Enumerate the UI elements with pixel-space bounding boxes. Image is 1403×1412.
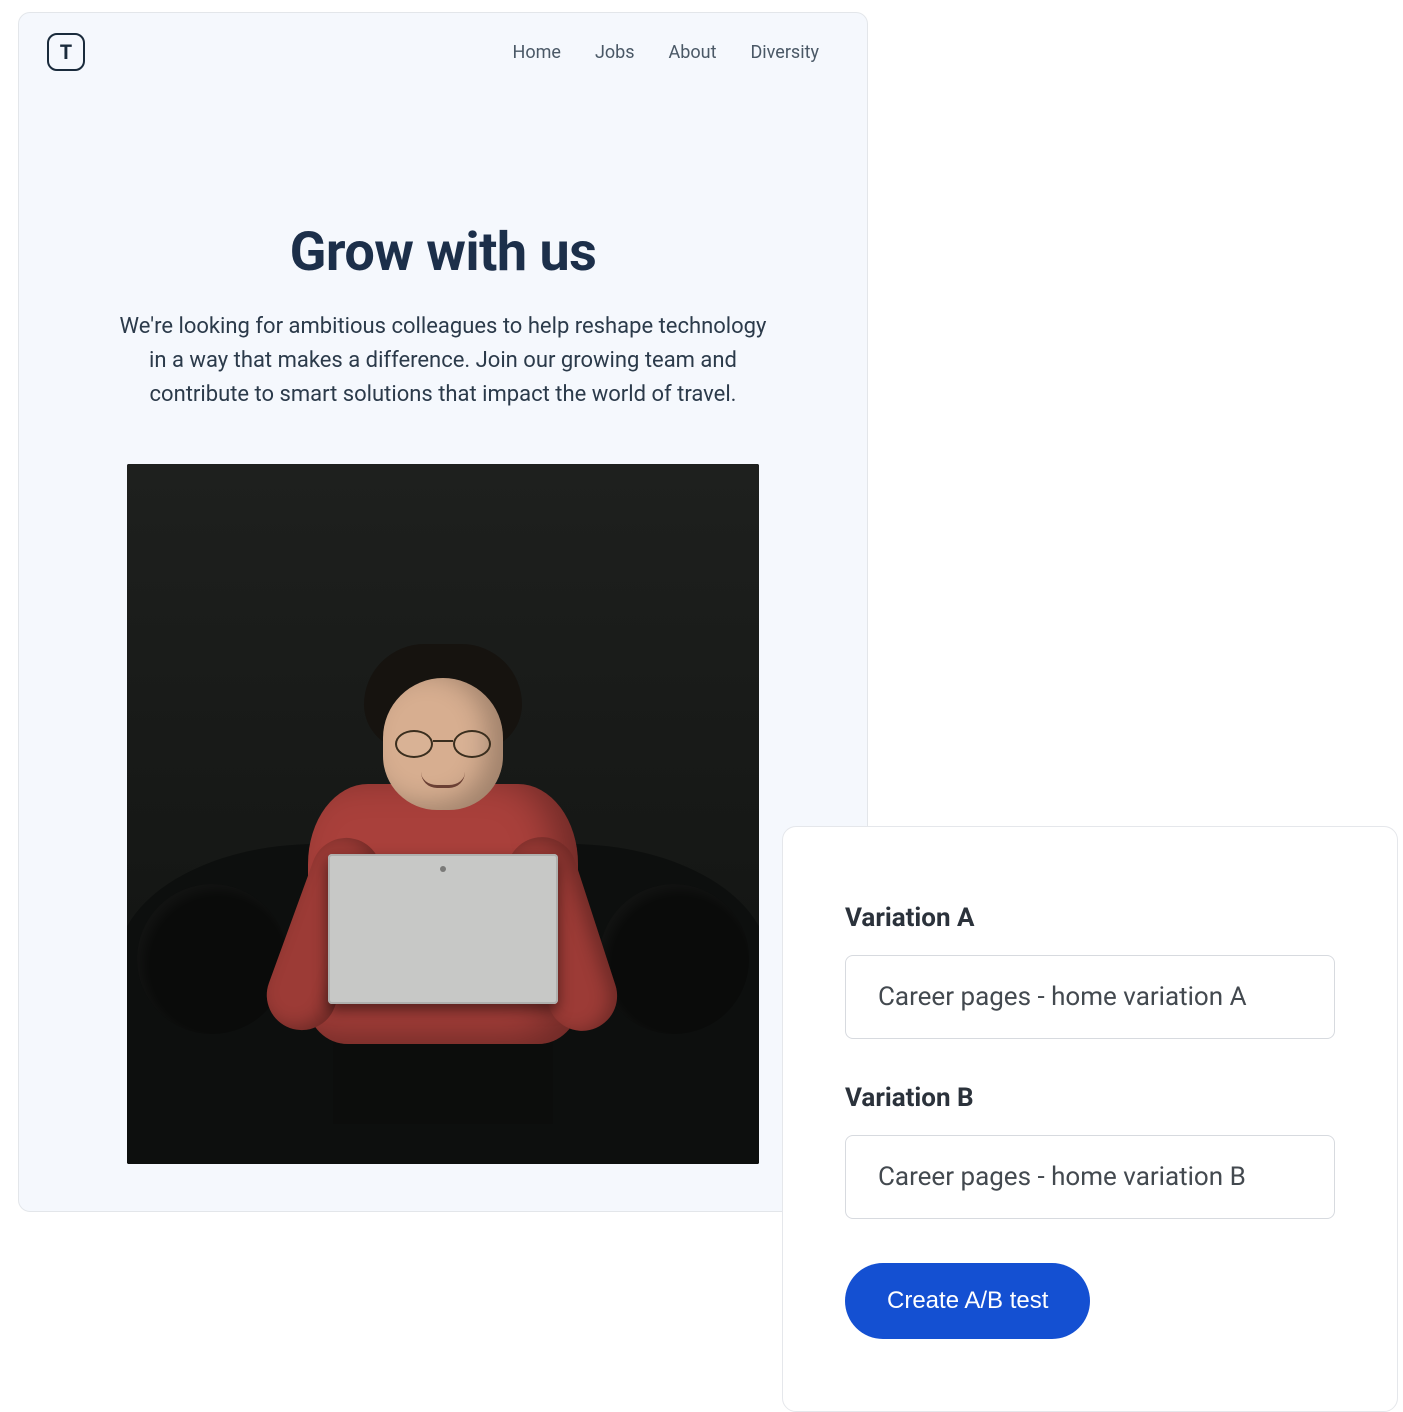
preview-hero: Grow with us We're looking for ambitious… bbox=[19, 91, 867, 1164]
create-ab-test-button[interactable]: Create A/B test bbox=[845, 1263, 1090, 1339]
preview-nav: Home Jobs About Diversity bbox=[513, 42, 820, 63]
variation-a-label: Variation A bbox=[845, 903, 1335, 933]
preview-header: T Home Jobs About Diversity bbox=[19, 13, 867, 91]
hero-image bbox=[127, 464, 759, 1164]
nav-diversity[interactable]: Diversity bbox=[750, 42, 819, 63]
hero-subtitle: We're looking for ambitious colleagues t… bbox=[109, 310, 777, 412]
nav-home[interactable]: Home bbox=[513, 42, 561, 63]
ab-test-panel: Variation A Career pages - home variatio… bbox=[782, 826, 1398, 1412]
create-ab-test-button-label: Create A/B test bbox=[887, 1287, 1048, 1314]
nav-about[interactable]: About bbox=[669, 42, 717, 63]
variation-a-select[interactable]: Career pages - home variation A bbox=[845, 955, 1335, 1039]
site-logo[interactable]: T bbox=[47, 33, 85, 71]
variation-b-value: Career pages - home variation B bbox=[878, 1162, 1246, 1192]
site-logo-letter: T bbox=[60, 42, 72, 62]
page-preview-card: T Home Jobs About Diversity Grow with us… bbox=[18, 12, 868, 1212]
hero-title: Grow with us bbox=[109, 221, 777, 284]
nav-jobs[interactable]: Jobs bbox=[595, 42, 635, 63]
variation-b-label: Variation B bbox=[845, 1083, 1335, 1113]
variation-a-value: Career pages - home variation A bbox=[878, 982, 1247, 1012]
variation-b-select[interactable]: Career pages - home variation B bbox=[845, 1135, 1335, 1219]
